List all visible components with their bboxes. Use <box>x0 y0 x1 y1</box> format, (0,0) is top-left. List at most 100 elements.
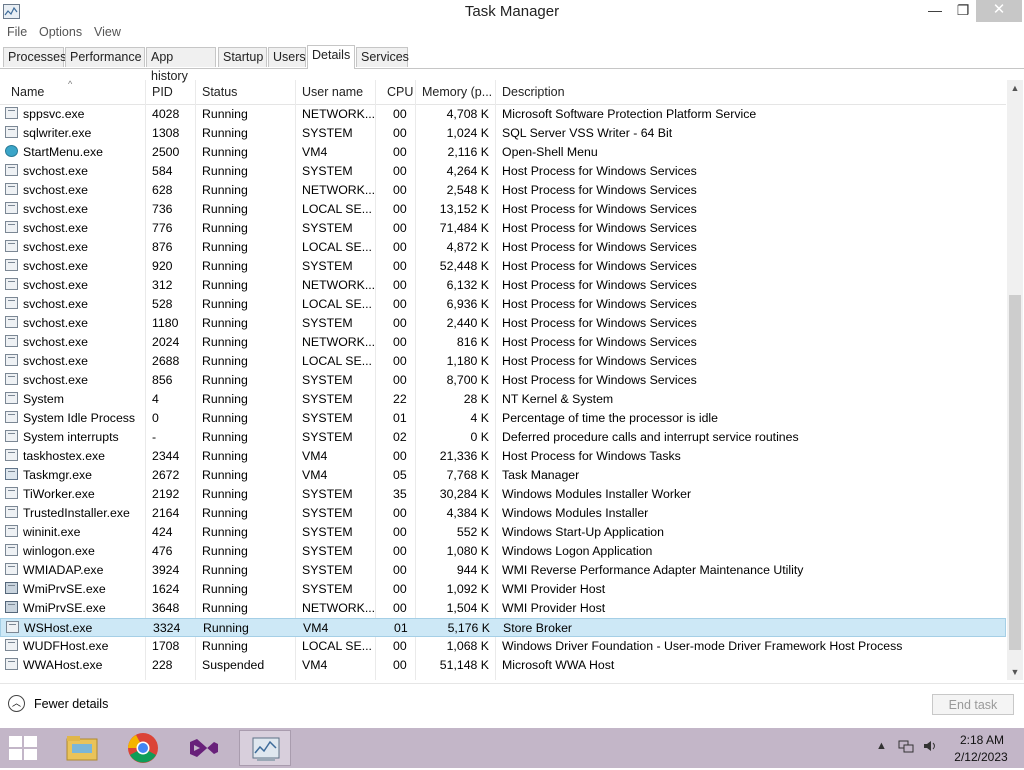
menu-options[interactable]: Options <box>39 25 82 39</box>
table-row[interactable]: System 4 Running SYSTEM 22 28 K NT Kernel & Sy… <box>0 390 1006 409</box>
column-cpu[interactable]: CPU <box>387 85 417 99</box>
clock-date[interactable]: 2/12/2023 <box>948 750 1014 764</box>
column-header-row: Name PID Status User name CPU Memory (p.… <box>0 80 1006 105</box>
table-row[interactable]: svchost.exe 736 Running LOCAL SE... 00 13,152… <box>0 200 1006 219</box>
process-status: Running <box>202 126 248 140</box>
scrollbar-thumb[interactable] <box>1009 295 1021 650</box>
column-name[interactable]: Name <box>11 85 141 99</box>
tab-strip: Processes Performance App history Startu… <box>0 45 1024 83</box>
table-row[interactable]: WWAHost.exe 228 Suspended VM4 00 51,148 K Micr… <box>0 656 1006 675</box>
tab-details[interactable]: Details <box>307 45 355 69</box>
process-user: SYSTEM <box>302 126 353 140</box>
table-row[interactable]: svchost.exe 856 Running SYSTEM 00 8,700 K Host… <box>0 371 1006 390</box>
table-row[interactable]: WUDFHost.exe 1708 Running LOCAL SE... 00 1,06… <box>0 637 1006 656</box>
process-user: SYSTEM <box>302 487 353 501</box>
process-name: svchost.exe <box>23 354 88 368</box>
table-row[interactable]: WmiPrvSE.exe 3648 Running NETWORK... 00 1,504… <box>0 599 1006 618</box>
process-name: WUDFHost.exe <box>23 639 109 653</box>
menu-file[interactable]: File <box>7 25 27 39</box>
process-user: LOCAL SE... <box>302 202 372 216</box>
table-row[interactable]: svchost.exe 2024 Running NETWORK... 00 816 K H… <box>0 333 1006 352</box>
table-row[interactable]: sqlwriter.exe 1308 Running SYSTEM 00 1,024 K S… <box>0 124 1006 143</box>
table-row[interactable]: Taskmgr.exe 2672 Running VM4 05 7,768 K Task M… <box>0 466 1006 485</box>
scroll-down-arrow-icon[interactable]: ▼ <box>1007 664 1023 680</box>
column-pid[interactable]: PID <box>152 85 192 99</box>
chevron-up-icon[interactable]: ︿ <box>8 695 25 712</box>
column-user-name[interactable]: User name <box>302 85 372 99</box>
table-row[interactable]: svchost.exe 876 Running LOCAL SE... 00 4,872 … <box>0 238 1006 257</box>
table-row[interactable]: sppsvc.exe 4028 Running NETWORK... 00 4,708 K… <box>0 105 1006 124</box>
minimize-button[interactable]: — <box>920 0 950 22</box>
process-user: SYSTEM <box>302 430 353 444</box>
visual-studio-icon[interactable] <box>178 730 230 766</box>
table-row[interactable]: WmiPrvSE.exe 1624 Running SYSTEM 00 1,092 K WM… <box>0 580 1006 599</box>
network-icon[interactable] <box>898 739 914 756</box>
table-row[interactable]: svchost.exe 628 Running NETWORK... 00 2,548 K… <box>0 181 1006 200</box>
tab-startup[interactable]: Startup <box>218 47 267 67</box>
windows-start-icon[interactable] <box>9 736 38 760</box>
maximize-button[interactable]: ❐ <box>950 0 976 22</box>
menu-view[interactable]: View <box>94 25 121 39</box>
table-row[interactable]: winlogon.exe 476 Running SYSTEM 00 1,080 K Win… <box>0 542 1006 561</box>
table-row[interactable]: svchost.exe 528 Running LOCAL SE... 00 6,936 … <box>0 295 1006 314</box>
volume-icon[interactable] <box>922 739 938 756</box>
file-explorer-icon[interactable] <box>56 730 108 766</box>
tab-processes[interactable]: Processes <box>3 47 66 67</box>
process-memory: 1,080 K <box>446 544 489 558</box>
table-row[interactable]: StartMenu.exe 2500 Running VM4 00 2,116 K Open… <box>0 143 1006 162</box>
table-row[interactable]: System interrupts - Running SYSTEM 02 0 K Defe… <box>0 428 1006 447</box>
process-name: sqlwriter.exe <box>23 126 92 140</box>
process-status: Running <box>202 221 248 235</box>
table-row[interactable]: TrustedInstaller.exe 2164 Running SYSTEM 00 4… <box>0 504 1006 523</box>
process-description: Windows Modules Installer Worker <box>502 487 692 501</box>
table-row[interactable]: svchost.exe 920 Running SYSTEM 00 52,448 K Hos… <box>0 257 1006 276</box>
tab-services[interactable]: Services <box>356 47 409 67</box>
process-description: Windows Driver Foundation - User-mode Dr… <box>502 639 903 653</box>
process-user: SYSTEM <box>302 164 353 178</box>
table-row[interactable]: svchost.exe 584 Running SYSTEM 00 4,264 K Host… <box>0 162 1006 181</box>
process-memory: 8,700 K <box>446 373 489 387</box>
process-pid: 1624 <box>152 582 180 596</box>
fewer-details-link[interactable]: Fewer details <box>34 697 108 711</box>
process-description: WMI Provider Host <box>502 582 606 596</box>
application-icon <box>5 411 18 423</box>
vertical-scrollbar[interactable]: ▲ ▼ <box>1007 80 1023 680</box>
table-row[interactable]: svchost.exe 776 Running SYSTEM 00 71,484 K Hos… <box>0 219 1006 238</box>
table-row[interactable]: WMIADAP.exe 3924 Running SYSTEM 00 944 K WMI R… <box>0 561 1006 580</box>
application-icon <box>5 563 18 575</box>
table-row[interactable]: svchost.exe 312 Running NETWORK... 00 6,132 K… <box>0 276 1006 295</box>
column-status[interactable]: Status <box>202 85 297 99</box>
process-user: NETWORK... <box>302 601 374 615</box>
close-button[interactable]: ✕ <box>976 0 1022 22</box>
table-row[interactable]: WSHost.exe 3324 Running VM4 01 5,176 K Store B… <box>0 618 1006 637</box>
process-memory: 1,504 K <box>446 601 489 615</box>
chrome-icon[interactable] <box>117 730 169 766</box>
scroll-up-arrow-icon[interactable]: ▲ <box>1007 80 1023 96</box>
tab-performance[interactable]: Performance <box>65 47 145 67</box>
process-cpu: 00 <box>393 259 407 273</box>
table-row[interactable]: svchost.exe 2688 Running LOCAL SE... 00 1,180… <box>0 352 1006 371</box>
table-row[interactable]: wininit.exe 424 Running SYSTEM 00 552 K Window… <box>0 523 1006 542</box>
column-description[interactable]: Description <box>502 85 702 99</box>
application-icon <box>5 639 18 651</box>
process-description: Host Process for Windows Services <box>502 316 697 330</box>
clock-time[interactable]: 2:18 AM <box>952 733 1012 747</box>
process-cpu: 00 <box>393 506 407 520</box>
footer-bar: ︿ Fewer details End task <box>0 683 1024 728</box>
tab-users[interactable]: Users <box>268 47 306 67</box>
process-description: Task Manager <box>502 468 580 482</box>
table-row[interactable]: svchost.exe 1180 Running SYSTEM 00 2,440 K Hos… <box>0 314 1006 333</box>
table-row[interactable]: TiWorker.exe 2192 Running SYSTEM 35 30,284 K W… <box>0 485 1006 504</box>
tab-app-history[interactable]: App history <box>146 47 216 83</box>
process-memory: 2,548 K <box>446 183 489 197</box>
process-status: Running <box>202 240 248 254</box>
task-manager-icon[interactable] <box>239 730 291 766</box>
table-row[interactable]: System Idle Process 0 Running SYSTEM 01 4 K Pe… <box>0 409 1006 428</box>
process-pid: 876 <box>152 240 173 254</box>
table-row[interactable]: taskhostex.exe 2344 Running VM4 00 21,336 K Ho… <box>0 447 1006 466</box>
end-task-button[interactable]: End task <box>932 694 1014 715</box>
column-memory[interactable]: Memory (p... <box>422 85 494 99</box>
show-hidden-icons-icon[interactable]: ▲ <box>876 740 887 752</box>
process-cpu: 00 <box>393 202 407 216</box>
process-cpu: 22 <box>393 392 407 406</box>
